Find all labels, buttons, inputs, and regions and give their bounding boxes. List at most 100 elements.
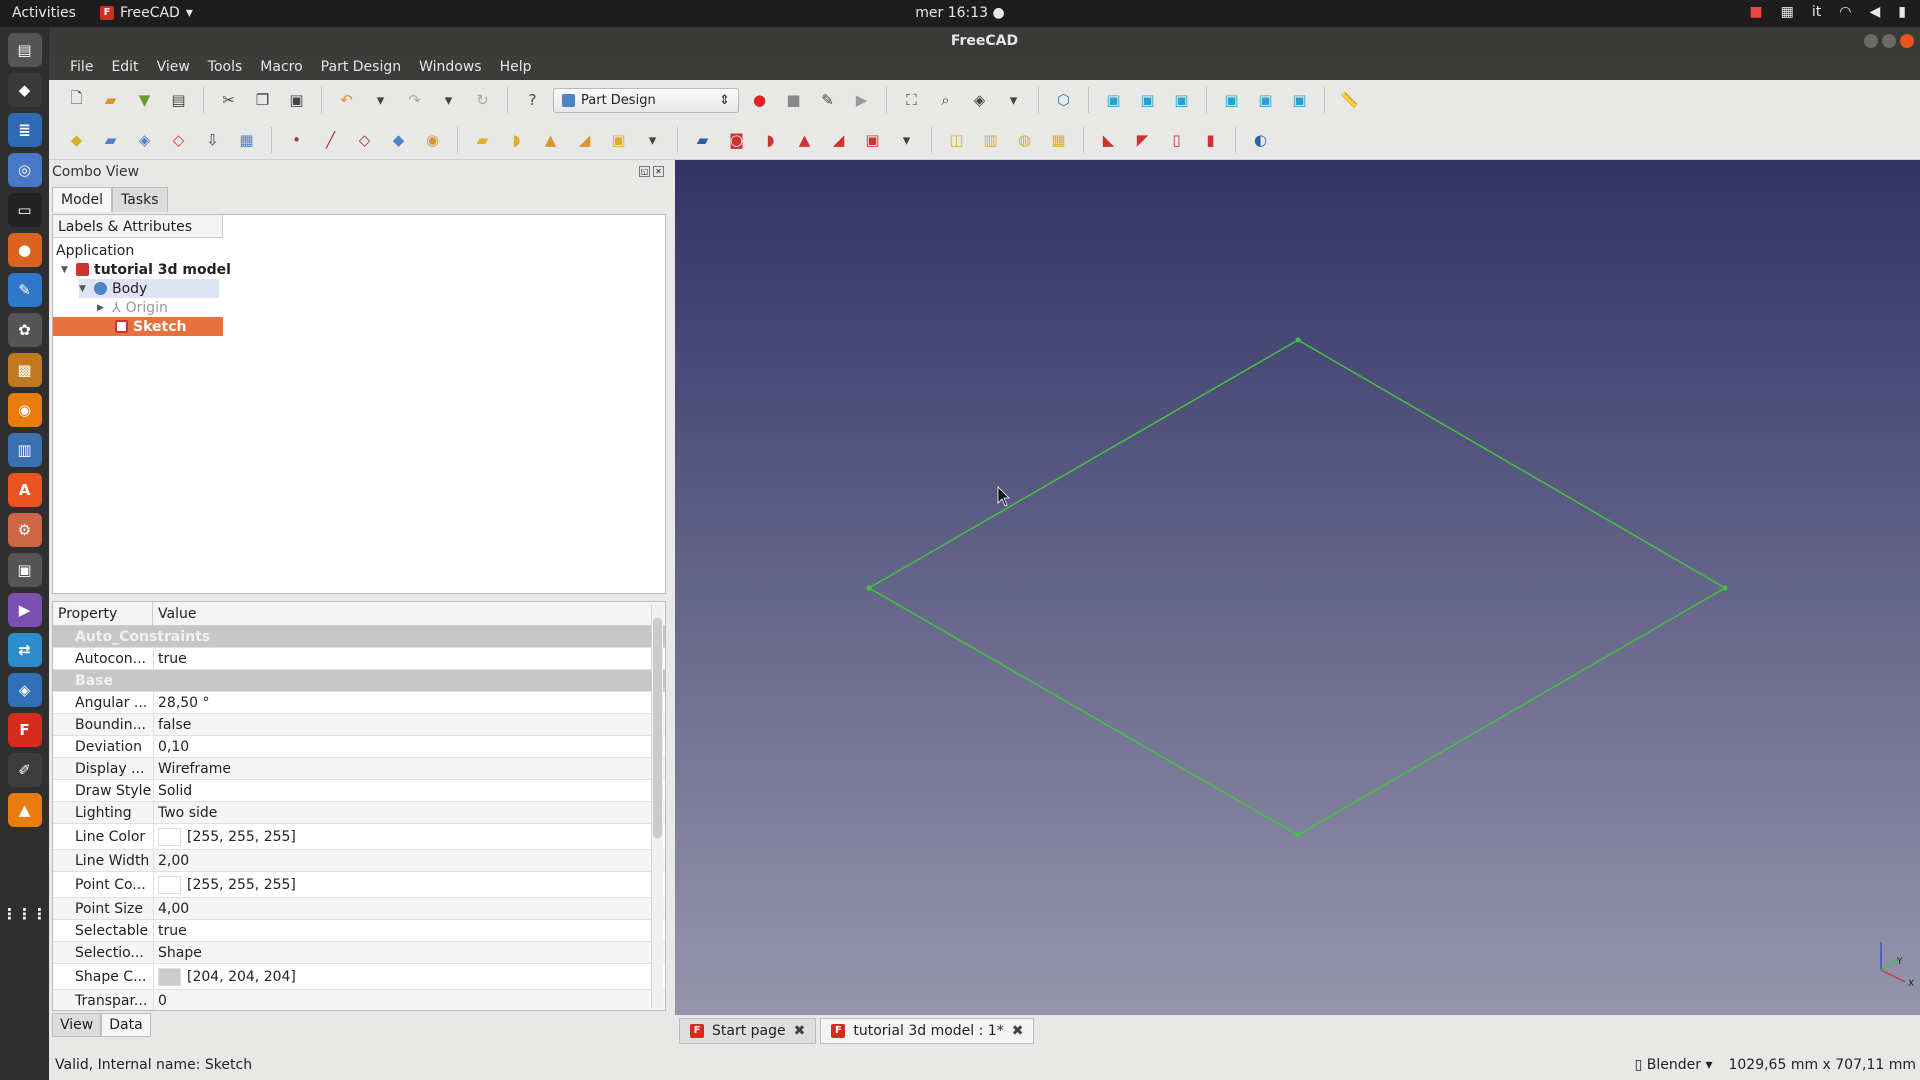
datum-line-icon[interactable]: ╱ (317, 126, 344, 153)
view-left-icon[interactable]: ▣ (1286, 87, 1313, 114)
navigation-style[interactable]: ▯ Blender ▾ (1635, 1057, 1713, 1073)
tree-item-origin[interactable]: ▶ ⅄ Origin (97, 298, 168, 317)
view-bottom-icon[interactable]: ▣ (1252, 87, 1279, 114)
subtractive-primitive-icon[interactable]: ▣ (859, 126, 886, 153)
app-icon[interactable]: ▩ (7, 353, 42, 387)
tab-start-page[interactable]: F Start page ✖ (679, 1018, 817, 1044)
property-value[interactable]: 28,50 ° (153, 692, 665, 713)
fit-selection-icon[interactable]: ⌕ (932, 87, 959, 114)
property-value[interactable]: Solid (153, 780, 665, 801)
expand-arrow-icon[interactable]: ▼ (79, 284, 89, 294)
property-scrollbar[interactable] (651, 604, 663, 1008)
property-value[interactable]: false (153, 714, 665, 735)
property-value[interactable]: [204, 204, 204] (153, 964, 665, 989)
fillet-icon[interactable]: ◣ (1095, 126, 1122, 153)
property-value[interactable]: 0,10 (153, 736, 665, 757)
virtualbox-icon[interactable]: ◈ (7, 673, 42, 707)
menu-macro[interactable]: Macro (251, 55, 311, 80)
menu-windows[interactable]: Windows (410, 55, 491, 80)
property-row[interactable]: Selectable true (53, 920, 665, 942)
sketch-rectangle[interactable] (867, 339, 1727, 836)
draw-style-icon[interactable]: ◈ (966, 87, 993, 114)
datum-point-icon[interactable]: • (283, 126, 310, 153)
save-icon[interactable]: ▼ (131, 87, 158, 114)
macro-record-icon[interactable]: ● (746, 87, 773, 114)
camera-icon[interactable]: ▣ (7, 553, 42, 587)
workbench-selector[interactable]: Part Design ⇕ (553, 87, 739, 113)
view-top-icon[interactable]: ▣ (1134, 87, 1161, 114)
keyboard-layout[interactable]: it (1812, 4, 1821, 20)
clipboard-icon[interactable]: ▦ (1781, 4, 1794, 20)
column-property[interactable]: Property (53, 602, 153, 625)
whats-this-icon[interactable]: ? (519, 87, 546, 114)
wifi-icon[interactable]: ◠ (1839, 4, 1851, 20)
property-value[interactable]: true (153, 920, 665, 941)
network-icon[interactable]: ⇄ (7, 633, 42, 667)
property-row[interactable]: Boundin... false (53, 714, 665, 736)
revolution-icon[interactable]: ◗ (503, 126, 530, 153)
expand-arrow-icon[interactable]: ▼ (61, 265, 71, 275)
boolean-icon[interactable]: ◐ (1247, 126, 1274, 153)
tab-data[interactable]: Data (101, 1013, 151, 1037)
property-value[interactable]: Wireframe (153, 758, 665, 779)
battery-icon[interactable]: ▮ (1898, 4, 1906, 20)
polar-pattern-icon[interactable]: ◍ (1011, 126, 1038, 153)
property-row[interactable]: Selectio... Shape (53, 942, 665, 964)
property-value[interactable]: [255, 255, 255] (153, 824, 665, 849)
menu-help[interactable]: Help (491, 55, 541, 80)
chromium-icon[interactable]: ◎ (7, 153, 42, 187)
tab-view[interactable]: View (52, 1013, 102, 1037)
property-value[interactable]: true (153, 648, 665, 669)
video-editor-icon[interactable]: ▶ (7, 593, 42, 627)
files-icon[interactable]: ▤ (7, 33, 42, 67)
property-value[interactable]: Shape (153, 942, 665, 963)
close-tab-icon[interactable]: ✖ (794, 1023, 806, 1039)
blender-icon[interactable]: ◉ (7, 393, 42, 427)
draft-icon[interactable]: ▯ (1163, 126, 1190, 153)
sketch-vertex[interactable] (866, 585, 872, 591)
property-value[interactable]: 2,00 (153, 850, 665, 871)
additive-primitive-icon[interactable]: ▣ (605, 126, 632, 153)
sketch-vertex[interactable] (1295, 832, 1301, 838)
firefox-icon[interactable]: ● (7, 233, 42, 267)
property-row[interactable]: Lighting Two side (53, 802, 665, 824)
create-body-icon[interactable]: ◈ (131, 126, 158, 153)
pad-icon[interactable]: ▰ (469, 126, 496, 153)
writer-icon[interactable]: ≣ (7, 113, 42, 147)
menu-part-design[interactable]: Part Design (312, 55, 410, 80)
undo-dropdown-icon[interactable]: ▾ (367, 87, 394, 114)
datum-plane-icon[interactable]: ◇ (351, 126, 378, 153)
copy-icon[interactable]: ❐ (249, 87, 276, 114)
terminal-icon[interactable]: ▭ (7, 193, 42, 227)
show-apps-icon[interactable]: ⋮⋮⋮ (2, 897, 47, 931)
attach-sketch-icon[interactable]: ⇩ (199, 126, 226, 153)
clock[interactable]: mer 16:13 ● (0, 5, 1920, 21)
pocket-icon[interactable]: ▰ (689, 126, 716, 153)
new-file-icon[interactable]: 🗋 (63, 87, 90, 114)
menu-edit[interactable]: Edit (102, 55, 147, 80)
close-icon[interactable] (1900, 34, 1914, 48)
scanner-icon[interactable]: ▥ (7, 433, 42, 467)
measure-icon[interactable]: 📏 (1336, 87, 1363, 114)
macro-edit-icon[interactable]: ✎ (814, 87, 841, 114)
property-value[interactable]: [255, 255, 255] (153, 872, 665, 897)
validate-sketch-icon[interactable]: ▦ (233, 126, 260, 153)
mirrored-icon[interactable]: ◫ (943, 126, 970, 153)
additive-loft-icon[interactable]: ▲ (537, 126, 564, 153)
property-row[interactable]: Display ... Wireframe (53, 758, 665, 780)
property-row[interactable]: Point Co... [255, 255, 255] (53, 872, 665, 898)
color-swatch[interactable] (158, 875, 181, 894)
view-rear-icon[interactable]: ▣ (1218, 87, 1245, 114)
column-value[interactable]: Value (153, 602, 201, 625)
tree-item-body[interactable]: ▼ Body (79, 279, 219, 298)
undo-icon[interactable]: ↶ (333, 87, 360, 114)
view-front-icon[interactable]: ▣ (1100, 87, 1127, 114)
macro-run-icon[interactable]: ▶ (848, 87, 875, 114)
close-panel-icon[interactable]: ✕ (653, 166, 664, 177)
menu-view[interactable]: View (148, 55, 199, 80)
thickness-icon[interactable]: ▮ (1197, 126, 1224, 153)
shape-binder-icon[interactable]: ◆ (385, 126, 412, 153)
property-row[interactable]: Transpar... 0 (53, 990, 665, 1010)
volume-icon[interactable]: ◀ (1870, 4, 1881, 20)
open-file-icon[interactable]: ▰ (97, 87, 124, 114)
